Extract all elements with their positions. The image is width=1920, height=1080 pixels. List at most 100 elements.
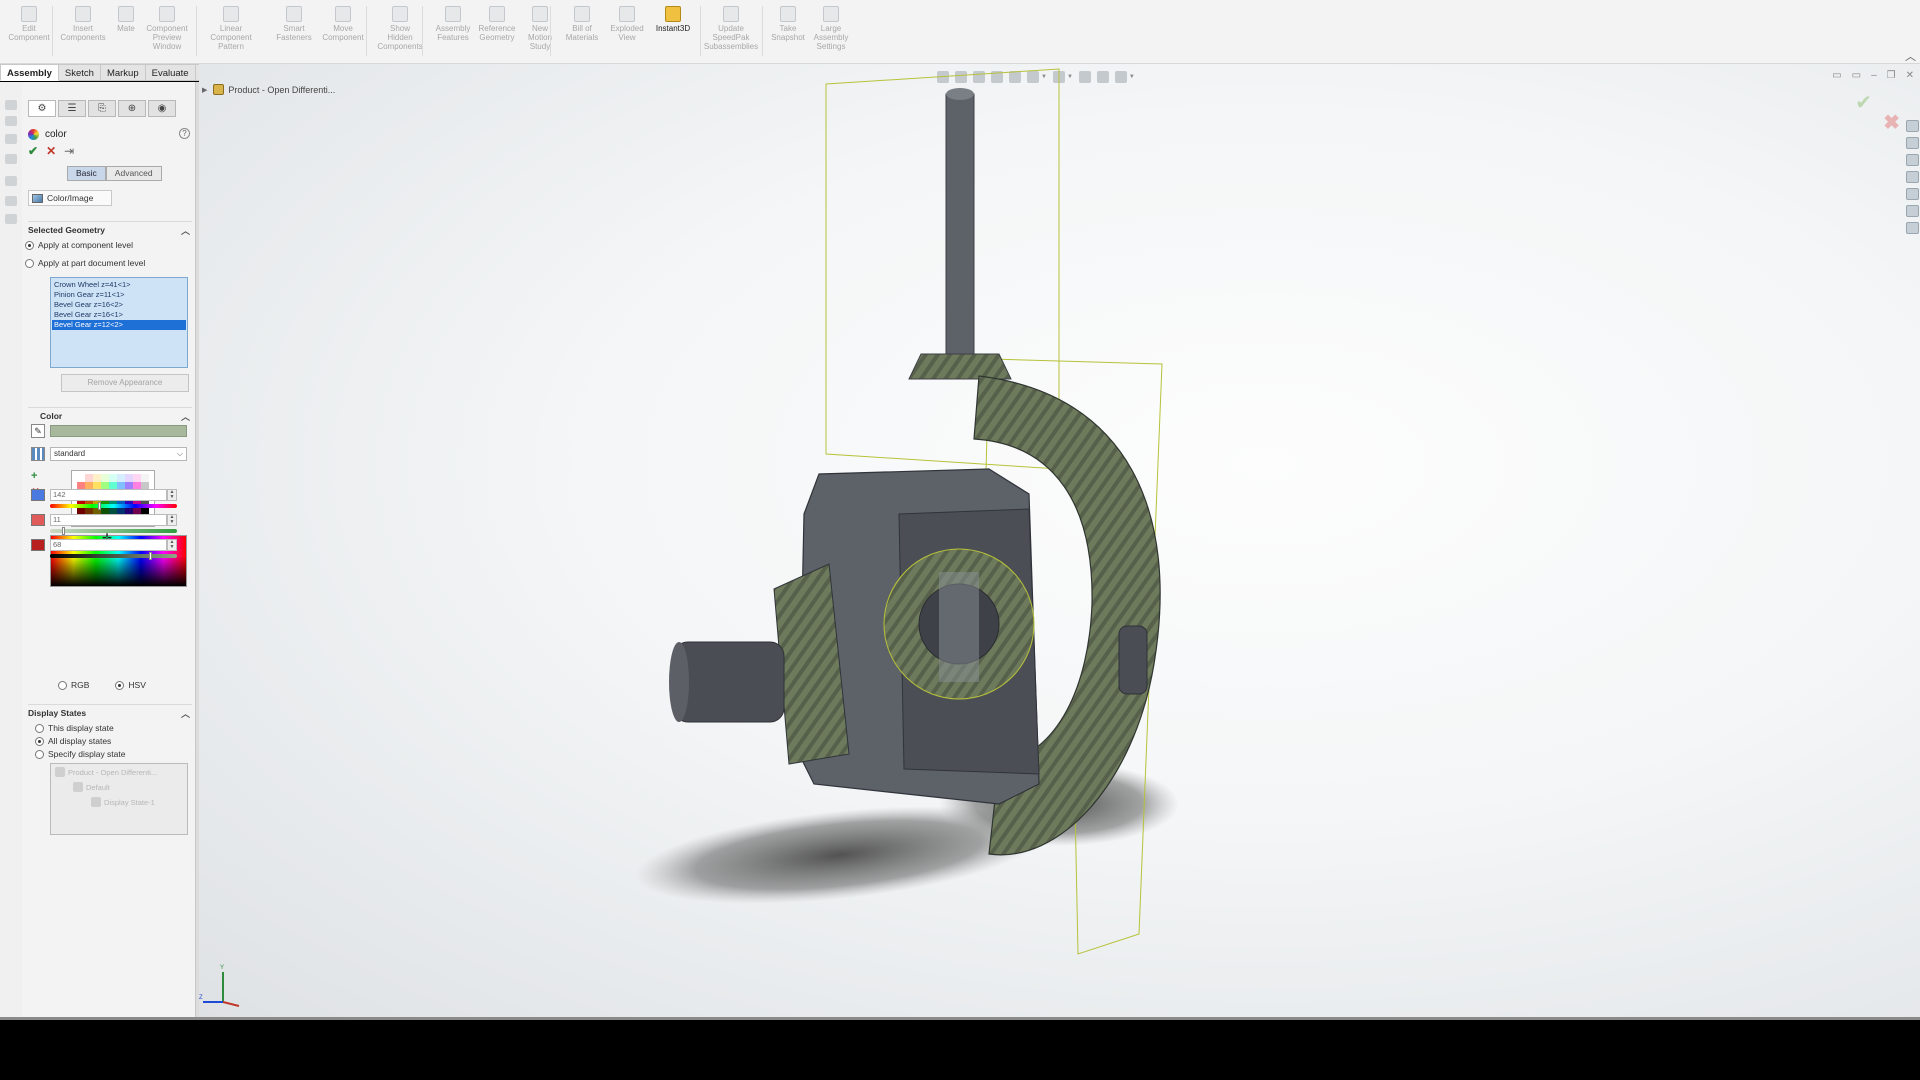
channel-slider-track[interactable] bbox=[50, 504, 177, 508]
axle-face bbox=[669, 642, 689, 722]
move-component-icon bbox=[335, 6, 351, 22]
pin-icon[interactable]: ⇥ bbox=[64, 144, 74, 158]
list-item[interactable]: Bevel Gear z=12<2> bbox=[52, 320, 186, 330]
reference-triad: Y Z bbox=[199, 965, 240, 1007]
rail-tool-icon[interactable] bbox=[5, 100, 17, 110]
rgb-option[interactable]: RGB bbox=[58, 680, 89, 690]
list-item[interactable]: Crown Wheel z=41<1> bbox=[52, 280, 186, 290]
help-icon[interactable]: ? bbox=[179, 128, 190, 139]
list-item[interactable]: Pinion Gear z=11<1> bbox=[52, 290, 186, 300]
collapse-icon[interactable]: ︿ bbox=[181, 707, 190, 720]
radio-button[interactable] bbox=[25, 258, 34, 268]
color-swatch[interactable] bbox=[133, 474, 141, 482]
toolbar-button-speedpak[interactable]: Update SpeedPak Subassemblies bbox=[704, 6, 758, 62]
tab-markup[interactable]: Markup bbox=[100, 64, 146, 81]
advanced-mode-button[interactable]: Advanced bbox=[105, 166, 162, 181]
color-swatch[interactable] bbox=[109, 474, 117, 482]
collapse-icon[interactable]: ︿ bbox=[181, 410, 190, 423]
display-states-header[interactable]: Display States ︿ bbox=[28, 704, 192, 720]
toolbar-button-smart-fasteners[interactable]: Smart Fasteners bbox=[269, 6, 319, 62]
toolbar-button-exploded-view[interactable]: Exploded View bbox=[602, 6, 652, 62]
rail-tool-icon[interactable] bbox=[5, 154, 17, 164]
toolbar-button-component-preview[interactable]: Component Preview Window bbox=[142, 6, 192, 62]
toolbar-button-bom[interactable]: Bill of Materials bbox=[557, 6, 607, 62]
toolbar-button-show-hidden[interactable]: Show Hidden Components bbox=[375, 6, 425, 62]
spinner-icon[interactable]: ▲ ▼ bbox=[167, 514, 177, 526]
rail-tool-icon[interactable] bbox=[5, 196, 17, 206]
basic-mode-button[interactable]: Basic bbox=[67, 166, 106, 181]
toolbar-button-instant3d[interactable]: Instant3D bbox=[648, 6, 698, 62]
apply-part-level-option[interactable]: Apply at part document level bbox=[25, 258, 145, 268]
toolbar-button-assembly-features[interactable]: Assembly Features bbox=[428, 6, 478, 62]
this-display-state-option[interactable]: This display state bbox=[35, 723, 114, 733]
color-swatch[interactable] bbox=[117, 474, 125, 482]
channel-slider-thumb[interactable] bbox=[98, 502, 102, 510]
radio-button[interactable] bbox=[58, 680, 67, 690]
color-image-tab[interactable]: Color/Image bbox=[28, 190, 112, 206]
differential-3d-model[interactable] bbox=[199, 64, 1920, 1017]
tree-label: Default bbox=[86, 782, 110, 792]
channel-slider-track[interactable] bbox=[50, 529, 177, 533]
channel-slider-thumb[interactable] bbox=[62, 527, 66, 535]
color-swatch[interactable] bbox=[125, 474, 133, 482]
tree-state-node: Display State-1 bbox=[91, 797, 155, 807]
remove-appearance-button[interactable]: Remove Appearance bbox=[61, 374, 189, 392]
graphics-viewport[interactable]: ▶ Product - Open Differenti... ▼ ▼ ▼ ▭ ▭… bbox=[199, 64, 1920, 1017]
add-swatch-icon[interactable]: + bbox=[31, 470, 37, 482]
rail-tool-icon[interactable] bbox=[5, 214, 17, 224]
hsv-option[interactable]: HSV bbox=[115, 680, 146, 690]
radio-button[interactable] bbox=[35, 723, 44, 733]
color-swatch[interactable] bbox=[85, 474, 93, 482]
palette-dropdown[interactable]: standard ⌵ bbox=[50, 447, 187, 461]
list-item[interactable]: Bevel Gear z=16<2> bbox=[52, 300, 186, 310]
tab-assembly[interactable]: Assembly bbox=[0, 64, 59, 81]
toolbar-button-edit-component[interactable]: Edit Component bbox=[4, 6, 54, 62]
color-swatch[interactable] bbox=[77, 474, 85, 482]
eyedropper-icon[interactable]: ✎ bbox=[31, 424, 45, 438]
channel-value-field[interactable]: 142 bbox=[50, 489, 167, 501]
selected-geometry-header[interactable]: Selected Geometry ︿ bbox=[28, 221, 192, 237]
tab-evaluate[interactable]: Evaluate bbox=[145, 64, 196, 81]
channel-value-field[interactable]: 11 bbox=[50, 514, 167, 526]
collapse-ribbon-icon[interactable]: ︿ bbox=[1905, 48, 1916, 64]
toolbar-button-move-component[interactable]: Move Component bbox=[318, 6, 368, 62]
toolbar-button-linear-pattern[interactable]: Linear Component Pattern bbox=[206, 6, 256, 62]
radio-button[interactable] bbox=[35, 736, 44, 746]
property-manager-panel: ⚙ ☰ ⎘ ⊕ ◉ color ? ✔ ✕ ⇥ Basic Advanced C… bbox=[22, 82, 196, 1017]
rail-tool-icon[interactable] bbox=[5, 176, 17, 186]
channel-slider-thumb[interactable] bbox=[149, 552, 153, 560]
specify-display-state-option[interactable]: Specify display state bbox=[35, 749, 125, 759]
all-display-states-option[interactable]: All display states bbox=[35, 736, 111, 746]
rail-tool-icon[interactable] bbox=[5, 116, 17, 126]
spinner-icon[interactable]: ▲ ▼ bbox=[167, 539, 177, 551]
radio-button[interactable] bbox=[115, 680, 125, 690]
display-manager-tab[interactable]: ◉ bbox=[148, 100, 176, 117]
radio-button[interactable] bbox=[25, 240, 34, 250]
feature-manager-tab[interactable]: ⚙ bbox=[28, 100, 56, 117]
list-item[interactable]: Bevel Gear z=16<1> bbox=[52, 310, 186, 320]
collapse-icon[interactable]: ︿ bbox=[181, 224, 190, 237]
cross-shaft bbox=[939, 572, 979, 682]
toolbar-button-large-assembly[interactable]: Large Assembly Settings bbox=[806, 6, 856, 62]
color-swatch[interactable] bbox=[101, 474, 109, 482]
dimxpert-tab[interactable]: ⊕ bbox=[118, 100, 146, 117]
rail-tool-icon[interactable] bbox=[5, 134, 17, 144]
channel-icon bbox=[31, 489, 45, 501]
color-section-header[interactable]: Color ︿ bbox=[28, 407, 192, 423]
current-color-swatch[interactable] bbox=[50, 425, 187, 437]
apply-component-level-option[interactable]: Apply at component level bbox=[25, 240, 133, 250]
channel-value-field[interactable]: 68 bbox=[50, 539, 167, 551]
color-swatch[interactable] bbox=[141, 474, 149, 482]
radio-button[interactable] bbox=[35, 749, 44, 759]
configuration-manager-tab[interactable]: ⎘ bbox=[88, 100, 116, 117]
ok-check-icon[interactable]: ✔ bbox=[28, 144, 38, 158]
spinner-icon[interactable]: ▲ ▼ bbox=[167, 489, 177, 501]
selected-components-list[interactable]: Crown Wheel z=41<1> Pinion Gear z=11<1> Be… bbox=[50, 277, 188, 368]
tree-root-node: Product - Open Differenti... bbox=[55, 767, 157, 777]
edit-component-icon bbox=[21, 6, 37, 22]
color-swatch[interactable] bbox=[93, 474, 101, 482]
cancel-x-icon[interactable]: ✕ bbox=[46, 144, 56, 158]
channel-slider-track[interactable] bbox=[50, 554, 177, 558]
tab-sketch[interactable]: Sketch bbox=[58, 64, 101, 81]
property-manager-tab[interactable]: ☰ bbox=[58, 100, 86, 117]
